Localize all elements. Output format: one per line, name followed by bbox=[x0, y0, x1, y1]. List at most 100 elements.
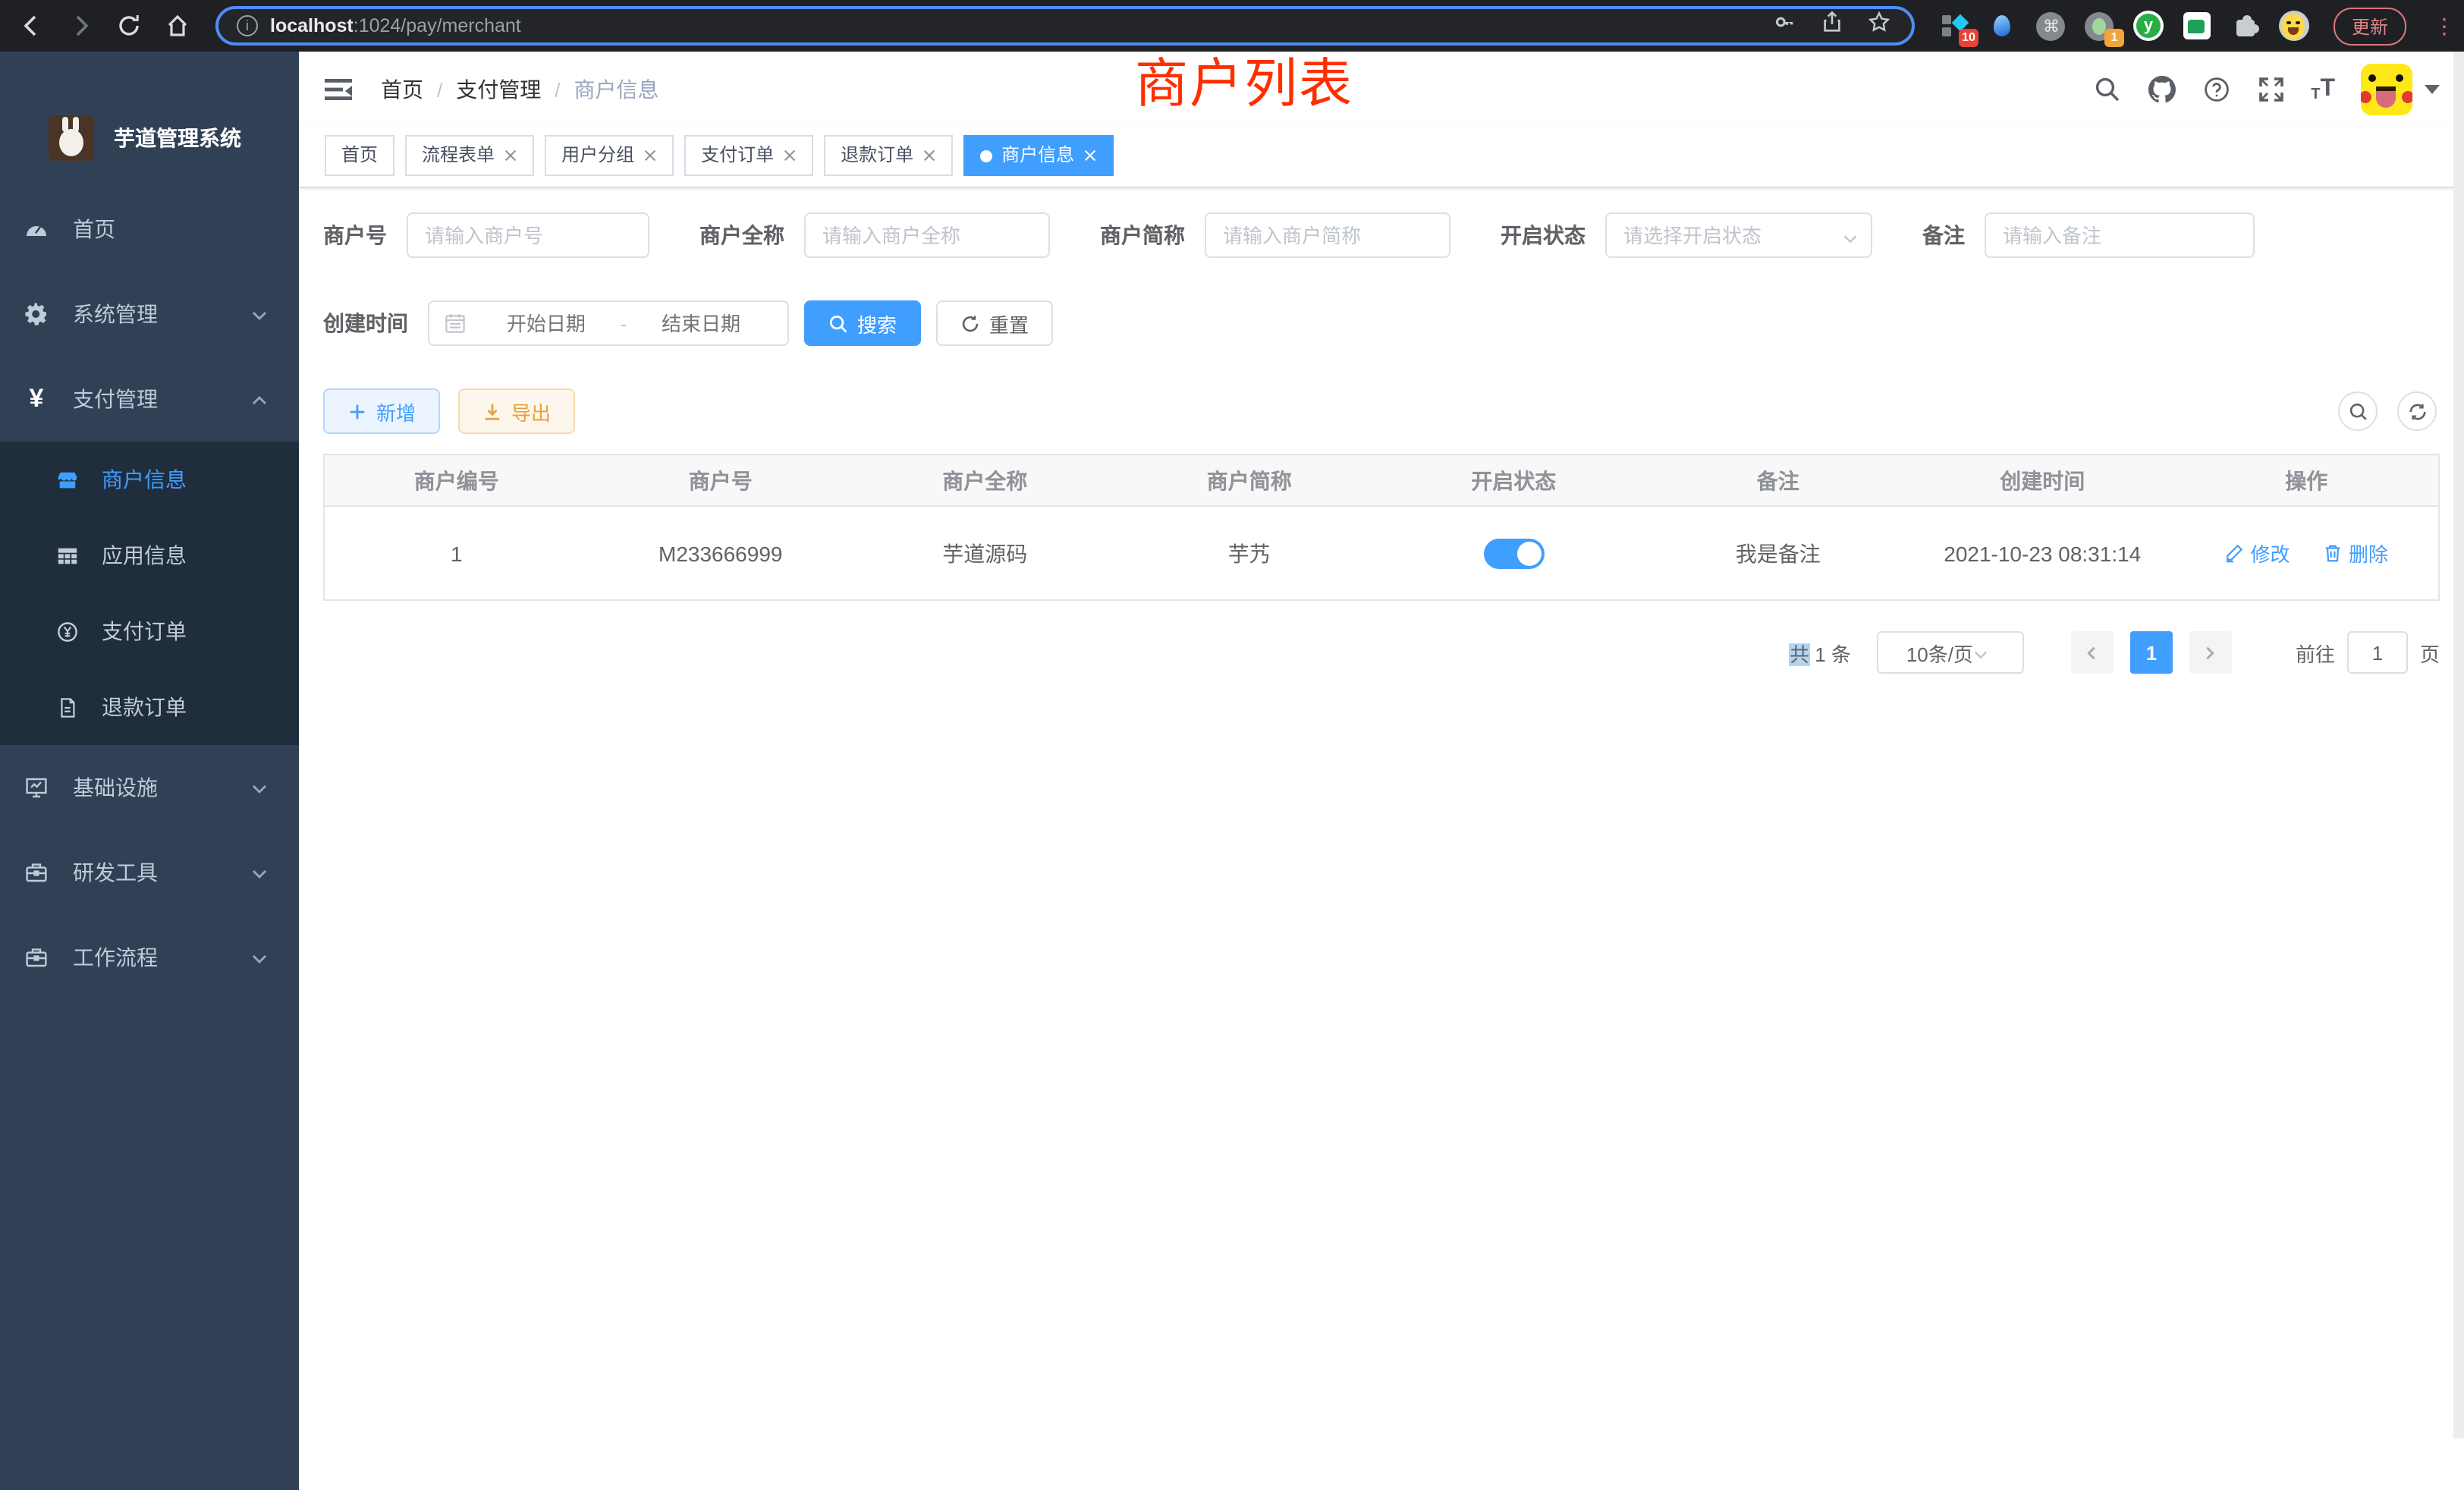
create-time-range-picker[interactable]: - bbox=[428, 300, 789, 346]
sidebar-item-infrastructure[interactable]: 基础设施 bbox=[0, 745, 299, 830]
export-button[interactable]: 导出 bbox=[458, 388, 575, 434]
close-icon[interactable] bbox=[643, 149, 657, 162]
top-navbar: 首页 / 支付管理 / 商户信息 bbox=[299, 52, 2464, 127]
share-icon[interactable] bbox=[1821, 11, 1843, 41]
briefcase-icon bbox=[24, 945, 49, 970]
page-size-select[interactable]: 10条/页 bbox=[1877, 631, 2024, 674]
help-icon[interactable] bbox=[2202, 75, 2230, 104]
sidebar-item-system[interactable]: 系统管理 bbox=[0, 272, 299, 357]
cell-merchant-id: 1 bbox=[324, 506, 589, 600]
edit-link[interactable]: 修改 bbox=[2224, 539, 2290, 567]
next-page-button[interactable] bbox=[2189, 631, 2232, 674]
site-info-icon[interactable]: i bbox=[237, 15, 258, 36]
goto-label: 前往 bbox=[2296, 638, 2335, 667]
close-icon[interactable] bbox=[504, 149, 517, 162]
browser-update-button[interactable]: 更新 bbox=[2334, 7, 2406, 45]
date-end-input[interactable] bbox=[630, 312, 772, 335]
close-icon[interactable] bbox=[783, 149, 797, 162]
tags-view-bar: 首页 流程表单 用户分组 支付订单 退款订单 bbox=[299, 127, 2464, 188]
sidebar-item-home[interactable]: 首页 bbox=[0, 187, 299, 272]
chevron-down-icon bbox=[250, 948, 269, 967]
extensions-puzzle-icon[interactable] bbox=[2230, 11, 2261, 41]
date-start-input[interactable] bbox=[475, 312, 618, 335]
sidebar-item-pay-order[interactable]: 支付订单 bbox=[0, 593, 299, 669]
browser-reload-icon[interactable] bbox=[109, 6, 149, 46]
status-select[interactable] bbox=[1605, 212, 1872, 258]
toggle-search-button[interactable] bbox=[2338, 391, 2378, 431]
payment-submenu: 商户信息 应用信息 支付订单 bbox=[0, 442, 299, 745]
refresh-button[interactable] bbox=[2397, 391, 2437, 431]
tab-user-group[interactable]: 用户分组 bbox=[545, 135, 674, 176]
search-icon[interactable] bbox=[2092, 75, 2121, 104]
browser-back-icon[interactable] bbox=[12, 6, 52, 46]
cell-status bbox=[1381, 506, 1646, 600]
delete-link[interactable]: 删除 bbox=[2323, 539, 2388, 567]
browser-menu-icon[interactable]: ⋮ bbox=[2434, 18, 2449, 33]
sidebar: 芋道管理系统 首页 系统管理 bbox=[0, 52, 299, 1490]
short-name-label: 商户简称 bbox=[1100, 220, 1185, 250]
col-full-name: 商户全称 bbox=[853, 454, 1117, 506]
goto-page-input[interactable] bbox=[2347, 631, 2408, 674]
remark-input[interactable] bbox=[1985, 212, 2255, 258]
tab-home[interactable]: 首页 bbox=[325, 135, 394, 176]
extension-recorder-icon[interactable]: 1 bbox=[2085, 11, 2115, 41]
full-name-input[interactable] bbox=[804, 212, 1050, 258]
fullscreen-icon[interactable] bbox=[2256, 75, 2285, 104]
sidebar-item-refund-order[interactable]: 退款订单 bbox=[0, 669, 299, 745]
font-size-icon[interactable]: TT bbox=[2311, 76, 2335, 103]
merchant-table: 商户编号 商户号 商户全称 商户简称 开启状态 备注 创建时间 操作 1 bbox=[323, 454, 2440, 601]
sidebar-item-workflow[interactable]: 工作流程 bbox=[0, 915, 299, 1000]
address-bar[interactable]: i localhost:1024/pay/merchant bbox=[215, 6, 1915, 46]
sidebar-item-app-info[interactable]: 应用信息 bbox=[0, 517, 299, 593]
close-icon[interactable] bbox=[1083, 149, 1097, 162]
short-name-input[interactable] bbox=[1205, 212, 1450, 258]
gear-icon bbox=[24, 302, 49, 326]
dashboard-icon bbox=[24, 217, 49, 241]
breadcrumb-current: 商户信息 bbox=[574, 74, 659, 105]
page-unit-label: 页 bbox=[2420, 638, 2440, 667]
sidebar-collapse-icon[interactable] bbox=[323, 74, 354, 105]
sidebar-item-dev-tools[interactable]: 研发工具 bbox=[0, 830, 299, 915]
chevron-down-icon bbox=[250, 863, 269, 882]
profile-avatar-icon[interactable] bbox=[2279, 11, 2309, 41]
extension-y-icon[interactable]: y bbox=[2133, 11, 2164, 41]
bookmark-star-icon[interactable] bbox=[1868, 11, 1890, 41]
tab-process-form[interactable]: 流程表单 bbox=[405, 135, 534, 176]
close-icon[interactable] bbox=[922, 149, 936, 162]
extension-balloon-icon[interactable] bbox=[1988, 11, 2018, 41]
breadcrumb-home[interactable]: 首页 bbox=[381, 74, 423, 105]
current-page[interactable]: 1 bbox=[2130, 631, 2173, 674]
table-row: 1 M233666999 芋道源码 芋艿 我是备注 2021-10-23 08:… bbox=[324, 506, 2439, 600]
extension-badge: 10 bbox=[1959, 29, 1978, 47]
sidebar-item-merchant-info[interactable]: 商户信息 bbox=[0, 442, 299, 517]
github-icon[interactable] bbox=[2147, 75, 2176, 104]
toolbox-icon bbox=[24, 860, 49, 885]
reset-button[interactable]: 重置 bbox=[936, 300, 1053, 346]
search-button[interactable]: 搜索 bbox=[804, 300, 921, 346]
grid-table-icon bbox=[56, 544, 79, 567]
cell-short-name: 芋艿 bbox=[1117, 506, 1382, 600]
merchant-no-input[interactable] bbox=[407, 212, 649, 258]
extension-chat-icon[interactable] bbox=[2182, 11, 2212, 41]
add-button[interactable]: 新增 bbox=[323, 388, 440, 434]
chevron-down-icon bbox=[250, 305, 269, 323]
browser-home-icon[interactable] bbox=[158, 6, 197, 46]
url-text[interactable]: localhost:1024/pay/merchant bbox=[270, 15, 1762, 36]
cell-actions: 修改 删除 bbox=[2175, 506, 2440, 600]
prev-page-button[interactable] bbox=[2071, 631, 2114, 674]
app-logo[interactable]: 芋道管理系统 bbox=[49, 115, 299, 161]
chevron-down-icon bbox=[250, 778, 269, 797]
status-toggle[interactable] bbox=[1483, 538, 1544, 568]
user-menu[interactable] bbox=[2361, 64, 2440, 115]
tab-refund-order[interactable]: 退款订单 bbox=[824, 135, 953, 176]
tab-pay-order[interactable]: 支付订单 bbox=[684, 135, 813, 176]
tab-merchant-info-active[interactable]: 商户信息 bbox=[963, 135, 1114, 176]
extension-grid-icon[interactable]: 10 bbox=[1939, 11, 1969, 41]
sidebar-item-payment[interactable]: ¥ 支付管理 bbox=[0, 357, 299, 442]
status-label: 开启状态 bbox=[1501, 220, 1586, 250]
breadcrumb-payment[interactable]: 支付管理 bbox=[456, 74, 541, 105]
browser-forward-icon[interactable] bbox=[61, 6, 100, 46]
password-key-icon[interactable] bbox=[1774, 11, 1796, 41]
extension-command-icon[interactable]: ⌘ bbox=[2036, 11, 2066, 41]
scrollbar-track[interactable] bbox=[2453, 52, 2464, 1438]
